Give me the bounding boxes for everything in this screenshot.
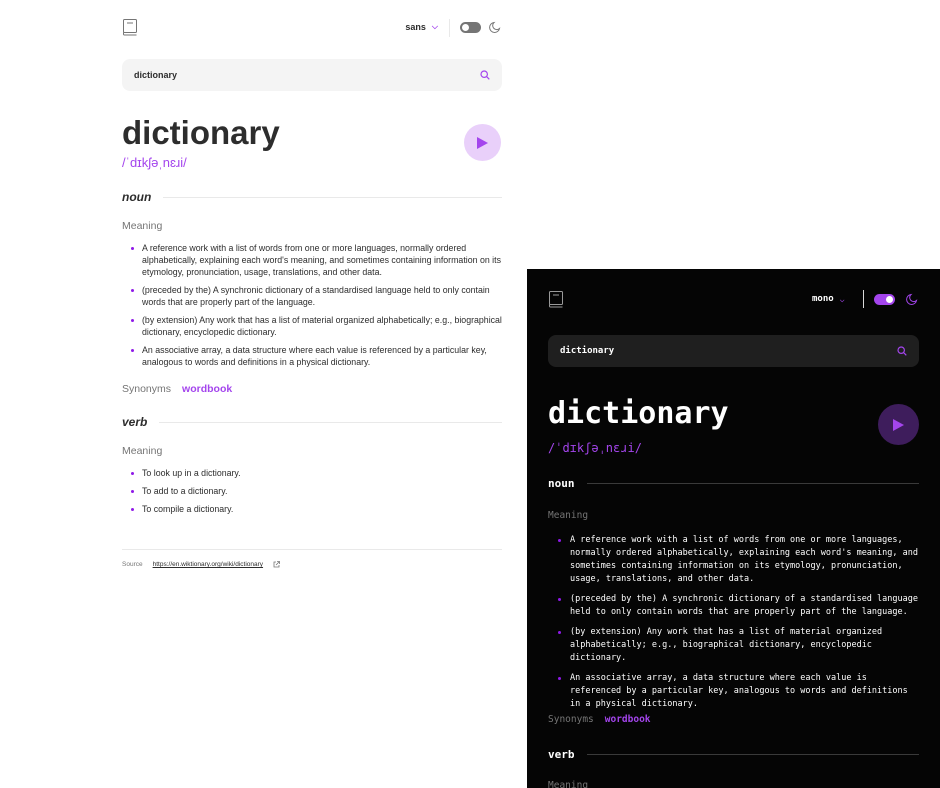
play-button[interactable] [878,404,919,445]
search-icon[interactable] [480,70,490,80]
section-rule [586,483,919,484]
list-item: (by extension) Any work that has a list … [129,314,502,338]
synonyms-label: Synonyms [122,383,172,395]
chevron-down-icon: ⌵ [431,22,438,31]
synonym-link[interactable]: wordbook [182,383,232,395]
header-divider [863,290,864,308]
play-icon [477,136,488,149]
list-item: To add to a dictionary. [129,485,502,497]
meaning-label: Meaning [122,220,163,232]
word-title: dictionary [122,114,280,151]
verb-definitions: To look up in a dictionary. To add to a … [129,467,502,521]
part-of-speech-noun: noun [122,190,152,204]
theme-toggle[interactable] [874,294,895,305]
noun-definitions: A reference work with a list of words fr… [556,534,919,718]
list-item: (preceded by the) A synchronic dictionar… [556,593,919,619]
section-rule [586,754,919,755]
noun-definitions: A reference work with a list of words fr… [129,242,502,374]
list-item: To compile a dictionary. [129,503,502,515]
part-of-speech-verb: verb [122,415,148,429]
noun-section-header: noun [548,477,919,490]
synonym-link[interactable]: wordbook [605,714,651,725]
synonyms-row: Synonyms wordbook [122,383,232,395]
word-title: dictionary [548,396,729,431]
section-rule [163,196,502,198]
phonetic-text: /ˈdɪkʃəˌnɛɹi/ [122,155,187,170]
source-link[interactable]: https://en.wiktionary.org/wiki/dictionar… [153,561,263,568]
section-rule [159,421,502,423]
list-item: To look up in a dictionary. [129,467,502,479]
meaning-label: Meaning [122,445,163,457]
font-selector[interactable]: mono ⌵ [812,294,845,304]
book-icon[interactable] [122,19,138,36]
font-selector[interactable]: sans ⌵ [405,22,438,32]
source-row: Source https://en.wiktionary.org/wiki/di… [122,561,280,568]
list-item: A reference work with a list of words fr… [556,534,919,586]
list-item: (preceded by the) A synchronic dictionar… [129,284,502,308]
book-icon[interactable] [548,291,564,308]
toggle-knob [886,296,893,303]
meaning-label: Meaning [548,510,589,521]
external-link-icon[interactable] [273,561,280,568]
synonyms-label: Synonyms [548,714,594,725]
search-input[interactable]: dictionary [560,346,897,356]
list-item: An associative array, a data structure w… [129,344,502,368]
font-selector-label: mono [812,294,834,304]
toggle-knob [462,24,469,31]
list-item: A reference work with a list of words fr… [129,242,502,278]
header-divider [449,19,450,37]
theme-toggle[interactable] [460,22,481,33]
moon-icon [906,293,918,305]
list-item: (by extension) Any work that has a list … [556,626,919,665]
search-bar[interactable]: dictionary [122,59,502,91]
search-bar[interactable]: dictionary [548,335,919,367]
part-of-speech-noun: noun [548,477,575,490]
font-selector-label: sans [405,22,426,32]
play-button[interactable] [464,124,501,161]
chevron-down-icon: ⌵ [839,294,845,304]
verb-section-header: verb [122,415,502,429]
synonyms-row: Synonyms wordbook [548,714,651,725]
list-item: An associative array, a data structure w… [556,672,919,711]
search-icon[interactable] [897,346,907,356]
search-input[interactable]: dictionary [134,70,480,80]
phonetic-text: /ˈdɪkʃəˌnɛɹi/ [548,441,642,455]
source-label: Source [122,561,143,568]
footer-divider [122,549,502,550]
play-icon [893,418,904,431]
meaning-label: Meaning [548,780,589,788]
dark-mode-view: mono ⌵ dictionary dictionary /ˈdɪkʃəˌnɛɹ… [527,269,940,788]
noun-section-header: noun [122,190,502,204]
moon-icon [489,21,501,33]
part-of-speech-verb: verb [548,748,575,761]
verb-section-header: verb [548,748,919,761]
